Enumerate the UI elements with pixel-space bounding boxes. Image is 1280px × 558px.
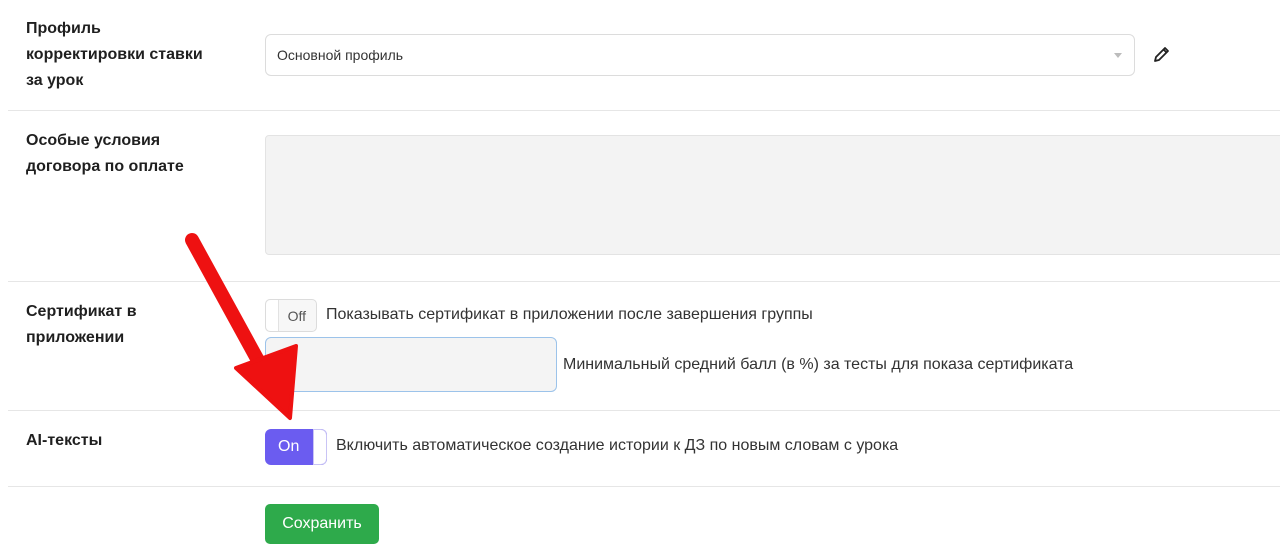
chevron-down-icon (1114, 53, 1122, 58)
certificate-label: Сертификат в приложении (26, 299, 137, 351)
ai-texts-toggle[interactable]: On (265, 429, 327, 465)
rate-profile-select[interactable]: Основной профиль (265, 34, 1135, 76)
select-value: Основной профиль (277, 47, 404, 63)
save-button[interactable]: Сохранить (265, 504, 379, 544)
certificate-toggle[interactable]: Off (265, 299, 317, 332)
toggle-label: On (278, 438, 300, 455)
divider (8, 281, 1280, 282)
min-score-text: Минимальный средний балл (в %) за тесты … (563, 356, 1074, 373)
label-line: AI-тексты (26, 432, 103, 449)
ai-texts-toggle-text: Включить автоматическое создание истории… (336, 437, 899, 454)
certificate-toggle-text: Показывать сертификат в приложении после… (326, 306, 813, 323)
pencil-icon[interactable] (1152, 44, 1172, 64)
min-score-input[interactable] (265, 337, 557, 392)
divider (8, 486, 1280, 487)
label-line: Особые условия (26, 132, 161, 149)
toggle-knob (313, 429, 327, 465)
divider (8, 110, 1280, 111)
rate-profile-label: Профиль корректировки ставки за урок (26, 16, 203, 94)
label-line: корректировки ставки (26, 46, 203, 63)
label-line: Профиль (26, 20, 101, 37)
divider (8, 410, 1280, 411)
label-line: Сертификат в (26, 303, 137, 320)
label-line: за урок (26, 72, 84, 89)
toggle-knob (266, 300, 279, 331)
ai-texts-label: AI-тексты (26, 428, 102, 454)
label-line: договора по оплате (26, 158, 184, 175)
settings-form: Профиль корректировки ставки за урок Осн… (0, 0, 1280, 558)
label-line: приложении (26, 329, 125, 346)
payment-terms-label: Особые условия договора по оплате (26, 128, 184, 180)
payment-terms-textarea[interactable] (265, 135, 1280, 255)
toggle-label: Off (287, 307, 306, 324)
